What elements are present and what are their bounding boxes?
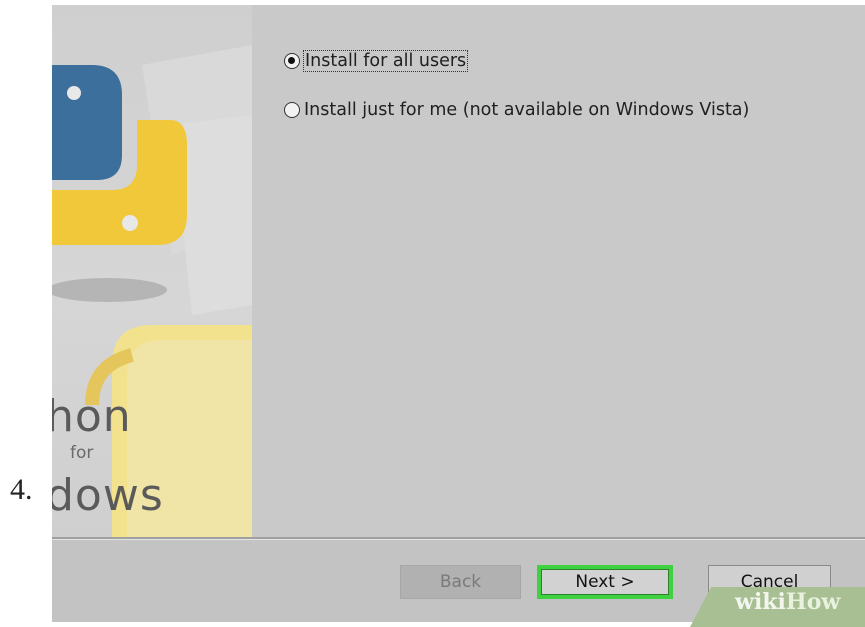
install-just-me-option[interactable]: Install just for me (not available on Wi… (284, 100, 749, 120)
options-panel (252, 5, 865, 537)
watermark-wiki: wiki (735, 589, 786, 615)
radio-just-me[interactable] (284, 102, 300, 118)
install-all-users-option[interactable]: Install for all users (284, 50, 469, 72)
banner-word-3: dows (52, 470, 164, 521)
back-button[interactable]: Back (400, 565, 521, 599)
banner-word-1: hon (52, 391, 132, 442)
banner-word-2: for (70, 443, 94, 463)
radio-all-users[interactable] (284, 53, 300, 69)
install-all-users-label[interactable]: Install for all users (302, 50, 469, 72)
wikihow-watermark: wikiHow (735, 589, 840, 615)
python-banner: hon for dows (52, 5, 252, 537)
watermark-how: How (785, 589, 841, 615)
install-just-me-label[interactable]: Install just for me (not available on Wi… (304, 100, 749, 120)
installer-dialog: hon for dows Install for all users Insta… (52, 5, 865, 622)
next-button[interactable]: Next > (537, 565, 673, 599)
step-number: 4. (10, 473, 33, 506)
